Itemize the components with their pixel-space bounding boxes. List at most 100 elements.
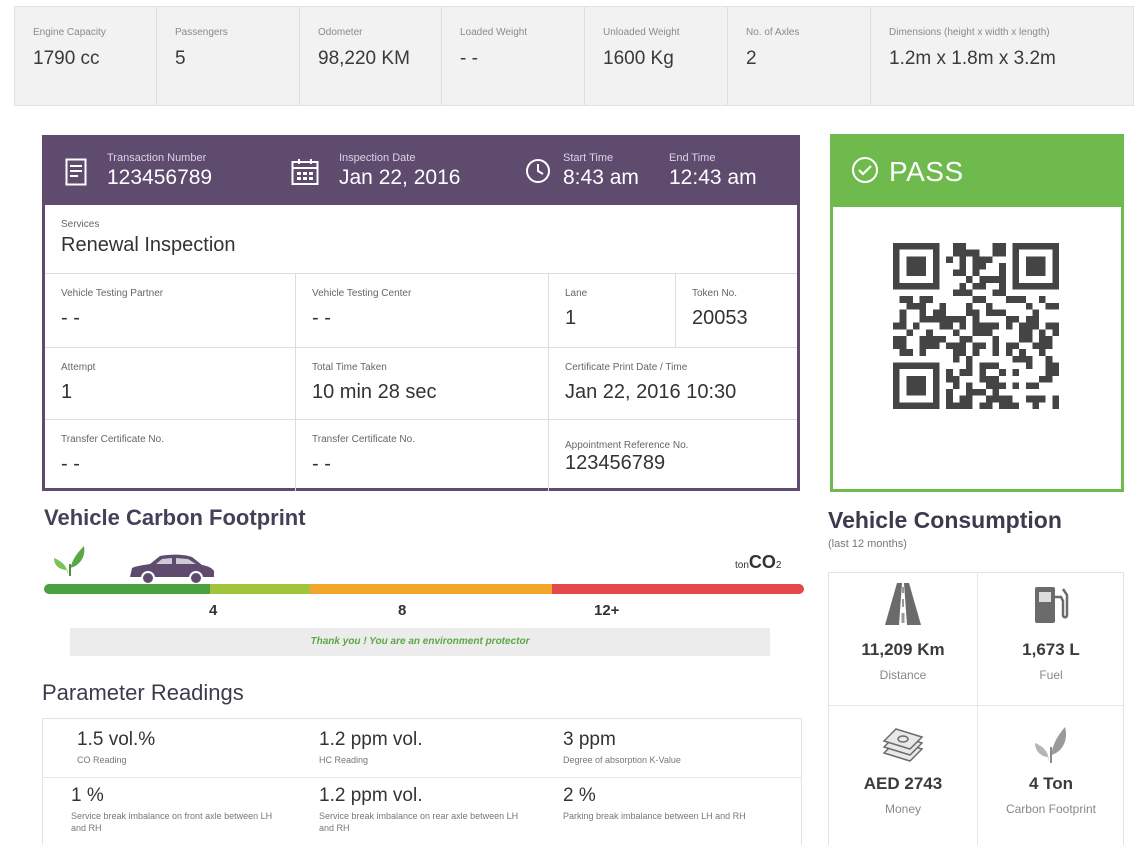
transfer1-cell: Transfer Certificate No. - - [45,420,296,491]
transaction-label: Transaction Number [107,152,207,164]
attempt-cell: Attempt 1 [45,348,296,419]
carbon-label: Carbon Footprint [1005,802,1097,816]
carbon-value: 4 Ton [1028,774,1074,793]
spec-value: - - [460,48,478,69]
partner-cell: Vehicle Testing Partner - - [45,274,296,347]
spec-value: 1.2m x 1.8m x 3.2m [889,48,1056,69]
services-row: Services Renewal Inspection [45,205,797,273]
end-time-label: End Time [669,152,716,164]
reading-value: 3 ppm [563,729,616,750]
appointment-value: 123456789 [565,452,666,474]
leaf-sprout-icon [50,540,90,583]
transfer2-label: Transfer Certificate No. [312,434,415,445]
transfer-row: Transfer Certificate No. - - Transfer Ce… [45,419,797,491]
start-time: Start Time 8:43 am [563,152,639,190]
center-label: Vehicle Testing Center [312,288,412,299]
distance-label: Distance [879,668,927,682]
consumption-divider-h [829,705,1123,706]
cert-print-label: Certificate Print Date / Time [565,362,688,373]
co2-unit-label: tonCO2 [735,552,781,573]
inspection-date: Inspection Date Jan 22, 2016 [339,152,460,190]
spec-label: Dimensions (height x width x length) [889,27,1050,38]
spec-value: 2 [746,48,757,69]
lane-cell: Lane 1 [549,274,676,347]
reading-label: Service break imbalance on front axle be… [71,811,273,833]
transaction-number: Transaction Number 123456789 [107,152,212,190]
pass-text: PASS [889,156,964,187]
center-cell: Vehicle Testing Center - - [296,274,549,347]
total-time-value: 10 min 28 sec [312,381,437,403]
spec-engine-capacity: Engine Capacity 1790 cc [15,7,157,105]
spec-value: 98,220 KM [318,48,410,69]
start-time-label: Start Time [563,152,614,164]
spec-value: 1790 cc [33,48,100,69]
reading-rear-axle: 1.2 ppm vol. Service break imbalance on … [319,785,529,834]
total-time-label: Total Time Taken [312,362,387,373]
consumption-distance: 11,209 Km Distance [829,583,977,682]
carbon-segment-veryhigh [552,584,804,594]
carbon-segment-low [44,584,211,594]
inspection-header: Transaction Number 123456789 Inspection … [45,138,797,205]
reading-value: 2 % [563,785,596,806]
token-cell: Token No. 20053 [676,274,797,347]
partner-label: Vehicle Testing Partner [61,288,164,299]
carbon-footprint-title: Vehicle Carbon Footprint [44,505,306,530]
spec-unloaded-weight: Unloaded Weight 1600 Kg [585,7,728,105]
center-value: - - [312,307,331,329]
transaction-value: 123456789 [107,166,213,189]
fuel-value: 1,673 L [1022,640,1080,659]
qr-code[interactable] [893,243,1059,414]
reading-hc: 1.2 ppm vol. HC Reading [319,729,529,766]
services-value: Renewal Inspection [61,234,236,256]
road-icon [883,583,923,629]
carbon-segment-mid [210,584,310,594]
consumption-money: AED 2743 Money [829,725,977,816]
calendar-icon [291,158,319,191]
scale-tick-12: 12+ [594,602,620,619]
leaf-icon [1031,727,1071,769]
spec-label: Unloaded Weight [603,27,680,38]
pass-banner: PASS [833,137,1121,207]
co2-unit-sub: 2 [775,560,782,571]
services-label: Services [61,219,100,230]
lane-value: 1 [565,307,577,329]
pass-status-box: PASS [830,134,1124,492]
token-value: 20053 [692,307,748,329]
cert-print-value: Jan 22, 2016 10:30 [565,381,737,403]
appointment-label: Appointment Reference No. [565,440,689,451]
spec-value: 5 [175,48,186,69]
attempt-row: Attempt 1 Total Time Taken 10 min 28 sec… [45,347,797,419]
parameter-readings-title: Parameter Readings [42,680,244,705]
partner-row: Vehicle Testing Partner - - Vehicle Test… [45,273,797,347]
spec-label: Loaded Weight [460,27,528,38]
spec-value: 1600 Kg [603,48,674,69]
reading-label: HC Reading [319,755,369,765]
scale-tick-8: 8 [398,602,407,619]
spec-axles: No. of Axles 2 [728,7,871,105]
spec-label: Engine Capacity [33,27,106,38]
money-label: Money [884,802,922,816]
end-time: End Time 12:43 am [669,152,757,190]
spec-passengers: Passengers 5 [157,7,300,105]
appointment-cell: Appointment Reference No. 123456789 [549,420,797,491]
vehicle-specs-bar: Engine Capacity 1790 cc Passengers 5 Odo… [14,6,1134,106]
environment-message: Thank you ! You are an environment prote… [70,628,770,656]
reading-label: CO Reading [77,755,127,765]
spec-dimensions: Dimensions (height x width x length) 1.2… [871,7,1133,105]
spec-label: No. of Axles [746,27,800,38]
vehicle-consumption-title: Vehicle Consumption [828,507,1062,533]
reading-label: Parking break imbalance between LH and R… [563,811,746,821]
co2-unit-prefix: ton [735,560,749,571]
end-time-value: 12:43 am [669,166,757,189]
transfer2-value: - - [312,453,331,475]
inspection-date-value: Jan 22, 2016 [339,166,461,189]
cert-print-cell: Certificate Print Date / Time Jan 22, 20… [549,348,797,419]
reading-parking: 2 % Parking break imbalance between LH a… [563,785,773,822]
readings-divider [43,777,801,778]
reading-label: Service break imbalance on rear axle bet… [319,811,519,833]
money-stack-icon [880,728,926,769]
scale-tick-4: 4 [209,602,218,619]
total-time-cell: Total Time Taken 10 min 28 sec [296,348,549,419]
consumption-carbon: 4 Ton Carbon Footprint [977,721,1125,816]
reading-k-value: 3 ppm Degree of absorption K-Value [563,729,773,766]
